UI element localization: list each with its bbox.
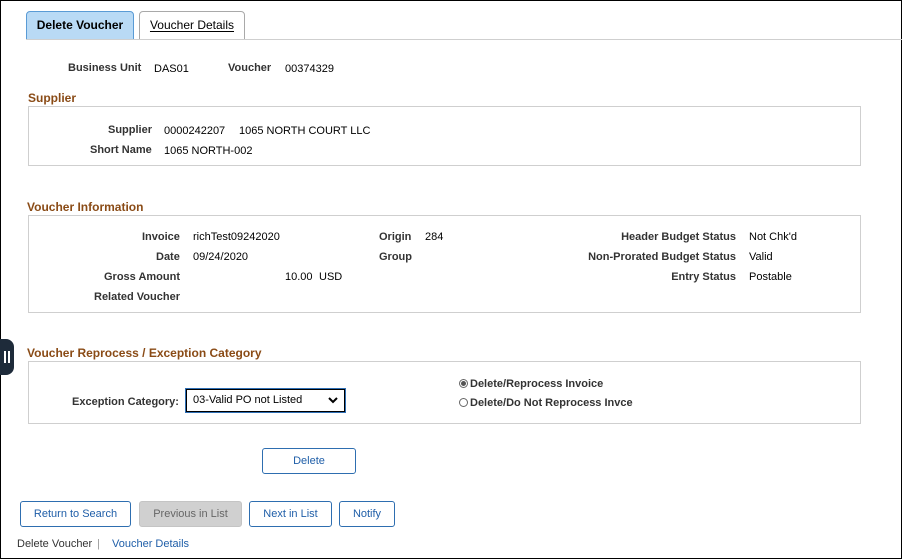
tab-voucher-details-label: Voucher Details [149, 18, 235, 32]
entry-status-label: Entry Status [671, 271, 736, 283]
short-name-label: Short Name [90, 144, 152, 156]
non-prorated-budget-status-label: Non-Prorated Budget Status [588, 251, 736, 263]
related-voucher-label: Related Voucher [94, 291, 180, 303]
radio-delete-do-not-reprocess[interactable] [459, 398, 468, 407]
return-to-search-button[interactable]: Return to Search [20, 501, 131, 527]
footer-link-voucher-details[interactable]: Voucher Details [112, 538, 189, 550]
short-name-value: 1065 NORTH-002 [164, 145, 253, 157]
exception-category-select[interactable]: 03-Valid PO not Listed [185, 388, 346, 413]
group-label: Group [379, 251, 412, 263]
footer-separator: | [97, 538, 100, 550]
delete-button[interactable]: Delete [262, 448, 356, 474]
entry-status-value: Postable [749, 271, 792, 283]
exception-category-label: Exception Category: [72, 396, 179, 408]
tab-delete-voucher[interactable]: Delete Voucher [26, 11, 134, 40]
supplier-id: 0000242207 [164, 125, 226, 137]
origin-value: 284 [425, 231, 444, 243]
business-unit-label: Business Unit [68, 62, 142, 74]
tab-underline [26, 39, 902, 40]
invoice-value: richTest09242020 [193, 231, 280, 243]
currency-code: USD [319, 271, 343, 283]
voucher-label: Voucher [228, 62, 272, 74]
radio-delete-reprocess[interactable] [459, 379, 468, 388]
business-unit-value: DAS01 [154, 63, 189, 75]
header-budget-status-label: Header Budget Status [621, 231, 736, 243]
handle-grip-icon-2 [8, 351, 10, 363]
reprocess-section-title: Voucher Reprocess / Exception Category [27, 346, 262, 360]
previous-in-list-button[interactable]: Previous in List [139, 501, 242, 527]
tab-voucher-details[interactable]: Voucher Details [139, 11, 245, 40]
notify-button[interactable]: Notify [339, 501, 395, 527]
radio-delete-do-not-reprocess-label: Delete/Do Not Reprocess Invce [470, 397, 633, 409]
next-in-list-button[interactable]: Next in List [249, 501, 332, 527]
chevron-down-icon [328, 397, 338, 404]
supplier-box: Supplier 0000242207 1065 NORTH COURT LLC… [28, 106, 861, 166]
date-label: Date [156, 251, 180, 263]
side-panel-handle[interactable] [0, 339, 14, 375]
voucher-info-box: Invoice richTest09242020 Date 09/24/2020… [28, 215, 861, 313]
exception-category-value: 03-Valid PO not Listed [193, 394, 303, 406]
invoice-label: Invoice [142, 231, 180, 243]
gross-amount-label: Gross Amount [104, 271, 180, 283]
gross-amount-value: 10.00 [285, 271, 313, 283]
voucher-info-section-title: Voucher Information [27, 200, 144, 214]
handle-grip-icon [4, 351, 6, 363]
radio-delete-reprocess-label: Delete/Reprocess Invoice [470, 378, 604, 390]
voucher-value: 00374329 [285, 63, 334, 75]
header-budget-status-value: Not Chk'd [749, 231, 797, 243]
reprocess-box [28, 361, 861, 424]
origin-label: Origin [379, 231, 412, 243]
supplier-section-title: Supplier [28, 91, 77, 105]
footer-link-delete-voucher: Delete Voucher [17, 538, 93, 550]
supplier-label: Supplier [108, 124, 153, 136]
date-value: 09/24/2020 [193, 251, 249, 263]
supplier-name: 1065 NORTH COURT LLC [239, 125, 371, 137]
non-prorated-budget-status-value: Valid [749, 251, 773, 263]
